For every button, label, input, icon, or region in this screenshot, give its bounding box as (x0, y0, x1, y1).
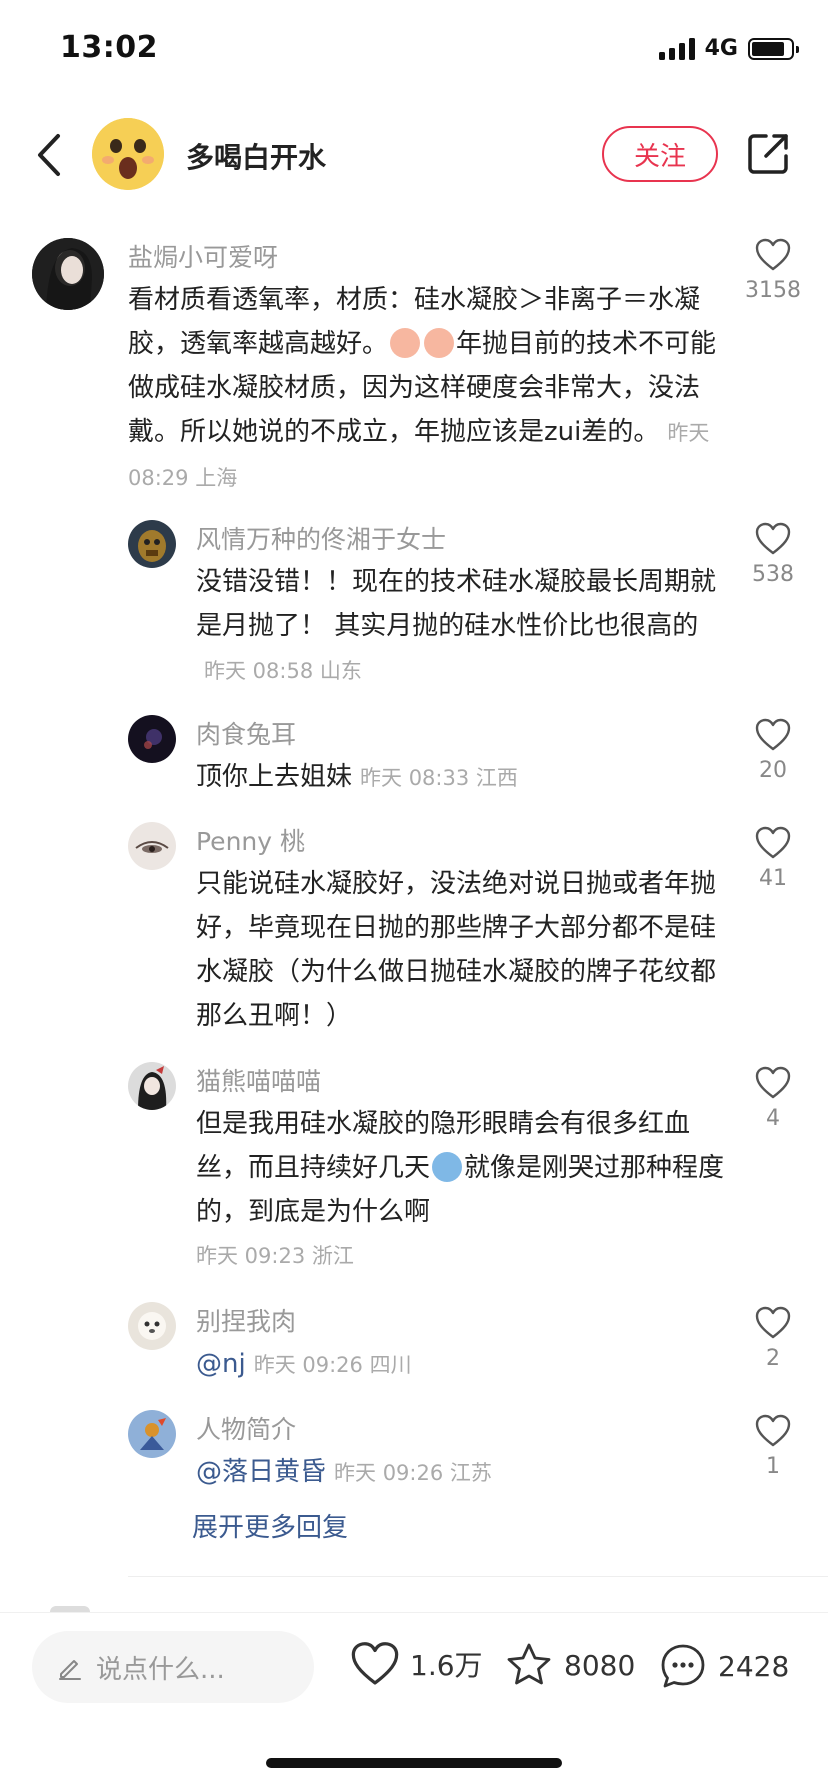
heart-icon (755, 718, 791, 751)
heart-icon (755, 238, 791, 271)
like-button[interactable]: 4 (738, 1066, 808, 1131)
like-count: 1.6万 (410, 1649, 483, 1682)
comment-meta: 昨天 08:33 江西 (360, 766, 518, 790)
comment-text: 顶你上去姐妹 昨天 08:33 江西 (196, 762, 518, 792)
like-button[interactable]: 1 (738, 1414, 808, 1479)
avatar[interactable] (128, 822, 176, 870)
pencil-icon (59, 1660, 81, 1680)
heart-icon (755, 1414, 791, 1447)
author-avatar[interactable] (92, 118, 164, 190)
avatar[interactable] (128, 1302, 176, 1350)
avatar[interactable] (128, 520, 176, 568)
like-count: 3158 (745, 278, 801, 303)
like-button[interactable]: 538 (738, 522, 808, 587)
status-bar: 13:02 4G (0, 0, 828, 100)
like-count: 1 (766, 1454, 780, 1479)
comment-input[interactable]: 说点什么... (32, 1631, 314, 1703)
comment-text: @nj 昨天 09:26 四川 (196, 1342, 726, 1387)
note-header: 多喝白开水 关注 (0, 100, 828, 210)
status-indicators: 4G (658, 36, 799, 61)
avatar[interactable] (32, 238, 104, 310)
comment-username[interactable]: 风情万种的佟湘于女士 (196, 520, 446, 556)
avatar[interactable] (128, 1410, 176, 1458)
star-icon (507, 1643, 551, 1685)
comment-username[interactable]: 盐焗小可爱呀 (128, 238, 278, 274)
comment-meta: 昨天 09:23 浙江 (196, 1244, 354, 1268)
crying-emoji-icon (432, 1152, 463, 1182)
comment-username[interactable]: 人物简介 (196, 1410, 296, 1446)
avatar[interactable] (128, 715, 176, 763)
comment-stat-button[interactable]: 2428 (658, 1641, 789, 1691)
like-count: 538 (752, 562, 794, 587)
divider (128, 1576, 828, 1577)
comment-username[interactable]: 肉食兔耳 (196, 715, 296, 751)
avatar[interactable] (128, 1062, 176, 1110)
comment-username[interactable]: Penny 桃 (196, 822, 305, 858)
comment-username[interactable]: 猫熊喵喵喵 (196, 1062, 321, 1098)
like-button[interactable]: 41 (738, 826, 808, 891)
comment-text: 但是我用硅水凝胶的隐形眼睛会有很多红血丝，而且持续好几天 就像是刚哭过那种程度的，… (196, 1102, 726, 1278)
comment-meta: 昨天 09:26 四川 (253, 1353, 412, 1377)
network-label: 4G (704, 36, 738, 61)
favorite-stat-button[interactable]: 8080 (504, 1641, 635, 1689)
peach-emoji-icon (424, 328, 455, 358)
author-name[interactable]: 多喝白开水 (186, 136, 326, 176)
like-button[interactable]: 3158 (738, 238, 808, 303)
heart-icon (755, 522, 791, 555)
mention-link[interactable]: @落日黄昏 (196, 1457, 326, 1487)
comment-text: 只能说硅水凝胶好，没法绝对说日抛或者年抛好，毕竟现在日抛的那些牌子大部分都不是硅… (196, 869, 717, 1031)
back-icon[interactable] (30, 128, 70, 182)
heart-icon (351, 1642, 399, 1685)
comment-meta: 昨天 09:26 江苏 (334, 1461, 492, 1485)
like-count: 4 (766, 1106, 780, 1131)
comment-text: 没错没错！！现在的技术硅水凝胶最长周期就是月抛了！ 其实月抛的硅水性价比也很高的… (196, 567, 717, 683)
status-time: 13:02 (60, 30, 158, 65)
peach-emoji-icon (390, 328, 421, 358)
comment-count: 2428 (718, 1649, 790, 1683)
heart-icon (755, 826, 791, 859)
like-count: 2 (766, 1346, 780, 1371)
follow-button[interactable]: 关注 (602, 126, 718, 182)
comment-text: 看材质看透氧率，材质：硅水凝胶＞非离子＝水凝胶，透氧率越高越好。 年抛目前的技术不… (128, 285, 717, 490)
heart-icon (755, 1306, 791, 1339)
mention-link[interactable]: @nj (196, 1349, 246, 1379)
battery-icon (748, 37, 799, 60)
chat-icon (661, 1644, 705, 1688)
like-count: 20 (759, 758, 787, 783)
home-indicator (266, 1758, 562, 1768)
like-stat-button[interactable]: 1.6万 (350, 1641, 483, 1687)
comment-text: @落日黄昏 昨天 09:26 江苏 (196, 1450, 726, 1495)
heart-icon (755, 1066, 791, 1099)
comment-username[interactable]: 别捏我肉 (196, 1302, 296, 1338)
signal-icon (658, 37, 695, 60)
favorite-count: 8080 (564, 1648, 636, 1682)
like-button[interactable]: 20 (738, 718, 808, 783)
expand-more-replies[interactable]: 展开更多回复 (192, 1507, 348, 1544)
share-icon[interactable] (744, 130, 792, 178)
comment-meta: 昨天 08:58 山东 (204, 659, 362, 683)
like-count: 41 (759, 866, 787, 891)
comment-input-placeholder: 说点什么... (96, 1654, 225, 1685)
like-button[interactable]: 2 (738, 1306, 808, 1371)
